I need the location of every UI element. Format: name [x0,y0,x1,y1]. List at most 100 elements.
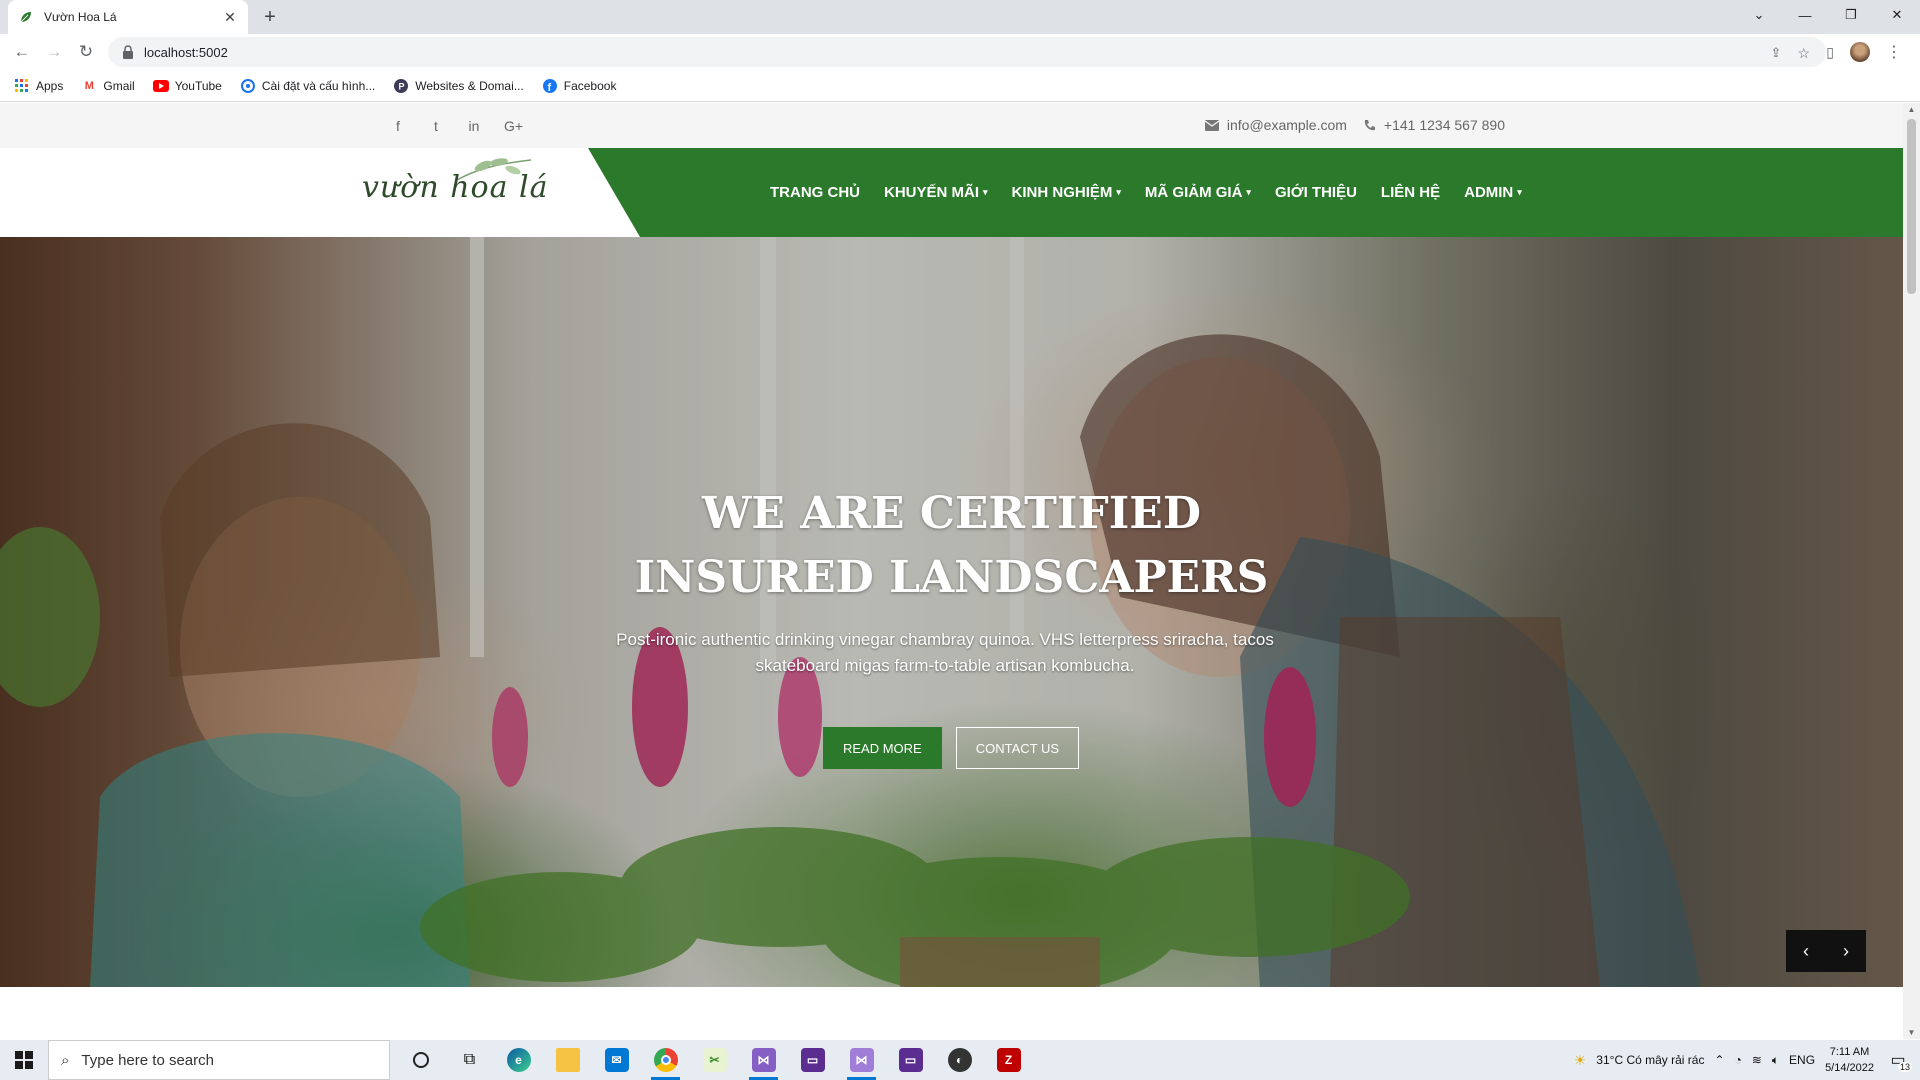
contact-phone[interactable]: +141 1234 567 890 [1384,117,1505,133]
bookmark-settings[interactable]: Cài đặt và cấu hình... [240,78,375,94]
bookmark-label: Cài đặt và cấu hình... [261,78,376,93]
side-panel-icon[interactable]: ▯ [1826,44,1834,61]
bookmark-label: YouTube [174,78,222,93]
search-placeholder: Type here to search [81,1051,214,1069]
chrome-icon[interactable] [641,1040,690,1080]
notification-count: 13 [1897,1062,1912,1072]
menu-label: KINH NGHIỆM [1011,184,1113,201]
envelope-icon [1204,119,1219,131]
taskbar-search-input[interactable]: ⌕ Type here to search [48,1040,390,1080]
menu-item-trang-chu[interactable]: TRANG CHỦ [770,184,860,201]
twitter-link-icon[interactable]: t [428,118,444,134]
reload-icon[interactable]: ↻ [76,42,96,62]
tab-close-icon[interactable]: ✕ [222,9,238,26]
visual-studio-icon[interactable]: ⋈ [739,1040,788,1080]
menu-label: ADMIN [1464,184,1514,201]
network-icon[interactable]: ◔ [1735,1053,1742,1067]
browser-menu-icon[interactable]: ⋮ [1886,42,1902,62]
menu-item-kinh-nghiem[interactable]: KINH NGHIỆM ▾ [1012,184,1121,201]
facebook-link-icon[interactable]: f [390,118,406,134]
menu-label: GIỚI THIỆU [1274,184,1357,201]
windows-start-icon[interactable] [0,1040,48,1080]
read-more-button[interactable]: READ MORE [823,727,942,769]
bookmark-gmail[interactable]: M Gmail [81,78,135,94]
google-plus-link-icon[interactable]: G+ [504,118,523,134]
tab-search-icon[interactable]: ⌄ [1736,0,1782,30]
system-tray: ☀ 31°C Có mây rải rác ⌃ ◔ ≋ 🔈︎ ENG 7:11 … [1574,1040,1920,1080]
gmail-icon: M [84,79,94,92]
menu-item-khuyen-mai[interactable]: KHUYẾN MÃI ▾ [884,184,988,201]
youtube-icon [152,78,169,94]
wifi-icon[interactable]: ≋ [1752,1053,1762,1067]
bookmark-facebook[interactable]: f Facebook [542,78,617,94]
mail-icon[interactable]: ✉ [592,1040,641,1080]
menu-item-admin[interactable]: ADMIN ▾ [1464,184,1522,201]
tool-icon[interactable]: ✂ [690,1040,739,1080]
clock-date: 5/14/2022 [1825,1062,1874,1074]
bookmark-apps[interactable]: Apps [14,78,63,94]
chevron-down-icon: ▾ [1246,187,1251,197]
site-favicon-icon [18,9,34,25]
language-indicator[interactable]: ENG [1789,1053,1815,1067]
menu-item-gioi-thieu[interactable]: GIỚI THIỆU [1275,184,1357,201]
menu-item-lien-he[interactable]: LIÊN HỆ [1381,184,1440,201]
minimize-button[interactable]: — [1782,0,1828,30]
forward-icon[interactable]: → [44,42,64,62]
menu-label: KHUYẾN MÃI [884,184,980,201]
hero-content: WE ARE CERTIFIED INSURED LANDSCAPERS Pos… [0,237,1903,987]
new-tab-button[interactable]: + [258,5,282,29]
browser-tab[interactable]: Vườn Hoa Lá ✕ [8,0,248,34]
share-icon[interactable]: ⇪ [1771,45,1782,62]
bookmark-youtube[interactable]: YouTube [152,78,222,94]
volume-icon[interactable]: 🔈︎ [1772,1053,1779,1068]
filezilla-icon[interactable]: Z [984,1040,1033,1080]
terminal-icon[interactable]: ▭ [788,1040,837,1080]
close-window-button[interactable]: ✕ [1874,0,1920,30]
task-view-icon[interactable]: ⧉ [445,1040,494,1080]
contact-us-button[interactable]: CONTACT US [955,727,1080,769]
phone-icon [1364,119,1375,130]
websites-icon: P [393,78,409,94]
bookmark-star-icon[interactable]: ☆ [1797,45,1810,62]
hero-buttons: READ MORE CONTACT US [823,727,1080,769]
edge-icon[interactable]: e [494,1040,543,1080]
visual-studio-2-icon[interactable]: ⋈ [837,1040,886,1080]
notification-center-icon[interactable]: ▭ 13 [1884,1046,1912,1074]
scroll-down-icon[interactable]: ▼ [1907,1028,1916,1037]
menu-label: LIÊN HỆ [1380,184,1441,201]
search-icon: ⌕ [61,1051,70,1069]
chevron-down-icon: ▾ [1517,187,1522,197]
scroll-up-icon[interactable]: ▲ [1907,105,1916,114]
address-bar[interactable]: localhost:5002 [108,37,1826,67]
chevron-down-icon: ▾ [1116,187,1121,197]
terminal-2-icon[interactable]: ▭ [886,1040,935,1080]
bookmark-websites[interactable]: P Websites & Domai... [393,78,524,94]
cortana-icon[interactable] [396,1040,445,1080]
slider-next-icon[interactable]: › [1826,930,1866,972]
back-icon[interactable]: ← [12,42,32,62]
photos-icon[interactable]: ◐ [935,1040,984,1080]
scrollbar-thumb[interactable] [1907,119,1916,294]
file-explorer-icon[interactable] [543,1040,592,1080]
page-scrollbar[interactable]: ▲ ▼ [1903,103,1920,1039]
site-logo[interactable]: vườn hoa lá [362,170,548,205]
menu-label: TRANG CHỦ [770,184,860,201]
contact-email[interactable]: info@example.com [1227,117,1347,133]
hero-title-line-2: INSURED LANDSCAPERS [634,552,1269,603]
bookmark-label: Facebook [563,78,617,93]
site-header: vườn hoa lá TRANG CHỦ KHUYẾN MÃI ▾ KINH N… [0,148,1903,237]
restore-button[interactable]: ❐ [1828,0,1874,30]
linkedin-link-icon[interactable]: in [466,118,482,134]
clock[interactable]: 7:11 AM 5/14/2022 [1825,1044,1874,1076]
social-links: f t in G+ [390,118,523,134]
chevron-up-icon[interactable]: ⌃ [1714,1053,1724,1067]
hero-slider: WE ARE CERTIFIED INSURED LANDSCAPERS Pos… [0,237,1903,987]
main-menu: TRANG CHỦ KHUYẾN MÃI ▾ KINH NGHIỆM ▾ MÃ GI… [770,148,1522,237]
bookmark-label: Apps [36,78,64,93]
weather-text[interactable]: 31°C Có mây rải rác [1596,1053,1704,1067]
hero-title: WE ARE CERTIFIED INSURED LANDSCAPERS [0,482,1903,610]
menu-item-ma-giam-gia[interactable]: MÃ GIẢM GIÁ ▾ [1145,184,1251,201]
profile-avatar[interactable] [1850,42,1870,62]
slider-prev-icon[interactable]: ‹ [1786,930,1826,972]
menu-label: MÃ GIẢM GIÁ [1144,184,1243,201]
